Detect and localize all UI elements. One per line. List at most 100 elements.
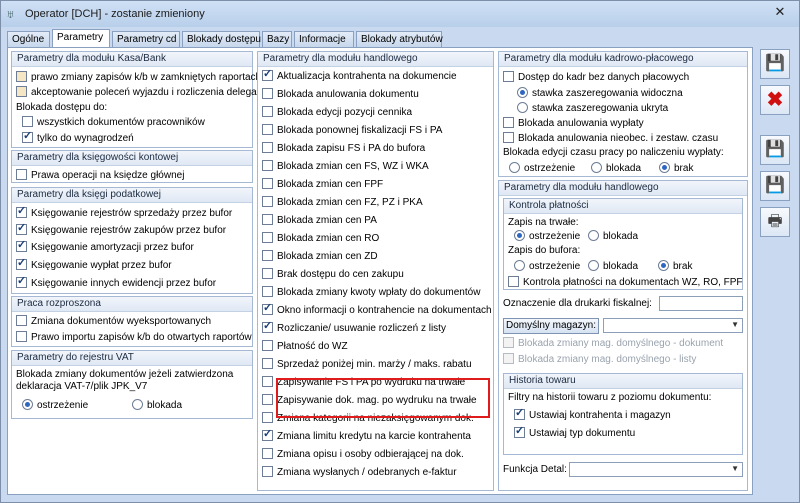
radio-trwale-blokada[interactable]: blokada bbox=[588, 230, 638, 244]
checkbox-row[interactable]: Płatność do WZ bbox=[262, 340, 348, 354]
checkbox-row[interactable]: akceptowanie poleceń wyjazdu i rozliczen… bbox=[16, 86, 266, 100]
radio[interactable] bbox=[509, 162, 520, 173]
checkbox-row[interactable]: Blokada zmiany mag. domyślnego - dokumen… bbox=[503, 337, 723, 351]
save-and-next-2-button[interactable]: 💾 bbox=[760, 171, 790, 201]
checkbox[interactable] bbox=[514, 425, 525, 438]
radio-edycja-ostrzezenie[interactable]: ostrzeżenie bbox=[509, 162, 575, 176]
checkbox[interactable] bbox=[503, 71, 514, 82]
radio-bufor-blokada[interactable]: blokada bbox=[588, 260, 638, 274]
checkbox[interactable] bbox=[16, 315, 27, 326]
checkbox[interactable] bbox=[503, 353, 514, 364]
magazyn-select[interactable]: ▼ bbox=[603, 318, 743, 333]
checkbox-row[interactable]: Sprzedaż poniżej min. marży / maks. raba… bbox=[262, 358, 472, 372]
radio[interactable] bbox=[514, 230, 525, 241]
checkbox[interactable] bbox=[16, 239, 27, 252]
checkbox[interactable] bbox=[508, 276, 519, 287]
checkbox-row[interactable]: Zmiana limitu kredytu na karcie kontrahe… bbox=[262, 428, 471, 444]
checkbox-row[interactable]: Blokada anulowania nieobec. i zestaw. cz… bbox=[503, 132, 718, 146]
checkbox-row[interactable]: Blokada zmian cen RO bbox=[262, 232, 379, 246]
checkbox-row[interactable]: Blokada zmian cen PA bbox=[262, 214, 377, 228]
checkbox-row[interactable]: prawo zmiany zapisów k/b w zamkniętych r… bbox=[16, 71, 261, 85]
checkbox[interactable] bbox=[503, 337, 514, 348]
checkbox-row[interactable]: wszystkich dokumentów pracowników bbox=[22, 116, 205, 130]
checkbox[interactable] bbox=[262, 448, 273, 459]
checkbox[interactable] bbox=[262, 320, 273, 333]
checkbox[interactable] bbox=[262, 268, 273, 279]
radio[interactable] bbox=[588, 230, 599, 241]
radio[interactable] bbox=[658, 260, 669, 271]
radio-edycja-blokada[interactable]: blokada bbox=[591, 162, 641, 176]
checkbox[interactable] bbox=[16, 275, 27, 288]
checkbox[interactable] bbox=[16, 169, 27, 180]
tab-parametry[interactable]: Parametry bbox=[52, 29, 110, 47]
radio-edycja-brak[interactable]: brak bbox=[659, 162, 693, 176]
checkbox-row[interactable]: Blokada zmian cen FZ, PZ i PKA bbox=[262, 196, 423, 210]
checkbox-row[interactable]: Księgowanie rejestrów zakupów przez bufo… bbox=[16, 222, 226, 238]
checkbox[interactable] bbox=[262, 250, 273, 261]
checkbox[interactable] bbox=[16, 331, 27, 342]
checkbox-row[interactable]: Blokada zmian cen FS, WZ i WKA bbox=[262, 160, 429, 174]
checkbox[interactable] bbox=[262, 196, 273, 207]
save-button[interactable]: 💾 bbox=[760, 49, 790, 79]
checkbox-row[interactable]: Blokada zapisu FS i PA do bufora bbox=[262, 142, 425, 156]
checkbox[interactable] bbox=[262, 376, 273, 387]
checkbox-row[interactable]: Brak dostępu do cen zakupu bbox=[262, 268, 404, 282]
checkbox-row[interactable]: Prawo importu zapisów k/b do otwartych r… bbox=[16, 331, 252, 345]
radio[interactable] bbox=[591, 162, 602, 173]
checkbox[interactable] bbox=[16, 205, 27, 218]
tab-bazy[interactable]: Bazy bbox=[262, 31, 292, 47]
checkbox-row[interactable]: Rozliczanie/ usuwanie rozliczeń z listy bbox=[262, 320, 446, 336]
funkcja-detal-select[interactable]: ▼ bbox=[569, 462, 743, 477]
chevron-down-icon[interactable]: ▼ bbox=[731, 464, 739, 473]
checkbox[interactable] bbox=[262, 124, 273, 135]
checkbox[interactable] bbox=[22, 130, 33, 143]
radio-stawka-widoczna[interactable]: stawka zaszeregowania widoczna bbox=[517, 87, 683, 101]
checkbox-row[interactable]: tylko do wynagrodzeń bbox=[22, 130, 134, 146]
checkbox-row[interactable]: Prawa operacji na księdze głównej bbox=[16, 169, 184, 183]
checkbox-row[interactable]: Zmiana opisu i osoby odbierającej na dok… bbox=[262, 448, 464, 462]
checkbox[interactable] bbox=[262, 466, 273, 477]
radio-trwale-ostrzezenie[interactable]: ostrzeżenie bbox=[514, 230, 580, 244]
radio[interactable] bbox=[514, 260, 525, 271]
checkbox[interactable] bbox=[262, 106, 273, 117]
checkbox-row[interactable]: Blokada zmian cen ZD bbox=[262, 250, 378, 264]
checkbox-row[interactable]: Księgowanie innych ewidencji przez bufor bbox=[16, 275, 216, 291]
checkbox[interactable] bbox=[262, 358, 273, 369]
checkbox[interactable] bbox=[262, 394, 273, 405]
radio[interactable] bbox=[588, 260, 599, 271]
radio-bufor-brak[interactable]: brak bbox=[658, 260, 692, 274]
radio[interactable] bbox=[132, 399, 143, 410]
checkbox-row[interactable]: Dostęp do kadr bez danych płacowych bbox=[503, 71, 689, 85]
checkbox[interactable] bbox=[262, 160, 273, 171]
checkbox-row[interactable]: Blokada anulowania dokumentu bbox=[262, 88, 419, 102]
checkbox[interactable] bbox=[262, 412, 273, 423]
tab-blokady-atrybutow[interactable]: Blokady atrybutów bbox=[356, 31, 443, 47]
radio-ostrzezenie[interactable]: ostrzeżenie bbox=[22, 399, 88, 413]
radio[interactable] bbox=[22, 399, 33, 410]
checkbox[interactable] bbox=[262, 214, 273, 225]
oznaczenie-input[interactable] bbox=[659, 296, 743, 311]
checkbox-row[interactable]: Księgowanie rejestrów sprzedaży przez bu… bbox=[16, 205, 232, 221]
checkbox[interactable] bbox=[262, 88, 273, 99]
checkbox-row[interactable]: Blokada ponownej fiskalizacji FS i PA bbox=[262, 124, 442, 138]
radio[interactable] bbox=[517, 87, 528, 98]
checkbox[interactable] bbox=[16, 257, 27, 270]
checkbox-row[interactable]: Księgowanie wypłat przez bufor bbox=[16, 257, 172, 273]
checkbox[interactable] bbox=[22, 116, 33, 127]
tab-informacje[interactable]: Informacje bbox=[294, 31, 354, 47]
checkbox-row[interactable]: Zmiana dokumentów wyeksportowanych bbox=[16, 315, 211, 329]
checkbox-row[interactable]: Kontrola płatności na dokumentach WZ, RO… bbox=[508, 276, 743, 290]
tab-ogolne[interactable]: Ogólne bbox=[7, 31, 50, 47]
save-and-next-button[interactable]: 💾 bbox=[760, 135, 790, 165]
checkbox-row[interactable]: Blokada zmiany kwoty wpłaty do dokumentó… bbox=[262, 286, 480, 300]
checkbox[interactable] bbox=[514, 407, 525, 420]
radio-blokada[interactable]: blokada bbox=[132, 399, 182, 413]
checkbox-row[interactable]: Ustawiaj typ dokumentu bbox=[514, 425, 635, 441]
domyslny-magazyn-button[interactable]: Domyślny magazyn: bbox=[503, 318, 599, 334]
checkbox[interactable] bbox=[262, 286, 273, 297]
checkbox[interactable] bbox=[16, 222, 27, 235]
checkbox[interactable] bbox=[503, 117, 514, 128]
checkbox[interactable] bbox=[262, 142, 273, 153]
checkbox[interactable] bbox=[262, 302, 273, 315]
checkbox[interactable] bbox=[16, 71, 27, 82]
